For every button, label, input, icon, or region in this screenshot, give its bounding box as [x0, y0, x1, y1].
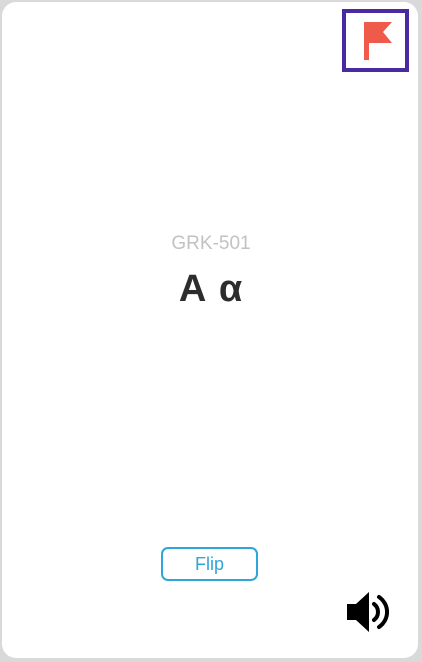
flag-icon	[364, 22, 392, 60]
speaker-icon	[347, 592, 389, 632]
flip-button[interactable]: Flip	[161, 547, 258, 581]
flag-button[interactable]	[342, 9, 409, 72]
audio-button[interactable]	[344, 587, 394, 637]
card-text: Α α	[178, 268, 244, 310]
card-code: GRK-501	[171, 233, 251, 254]
